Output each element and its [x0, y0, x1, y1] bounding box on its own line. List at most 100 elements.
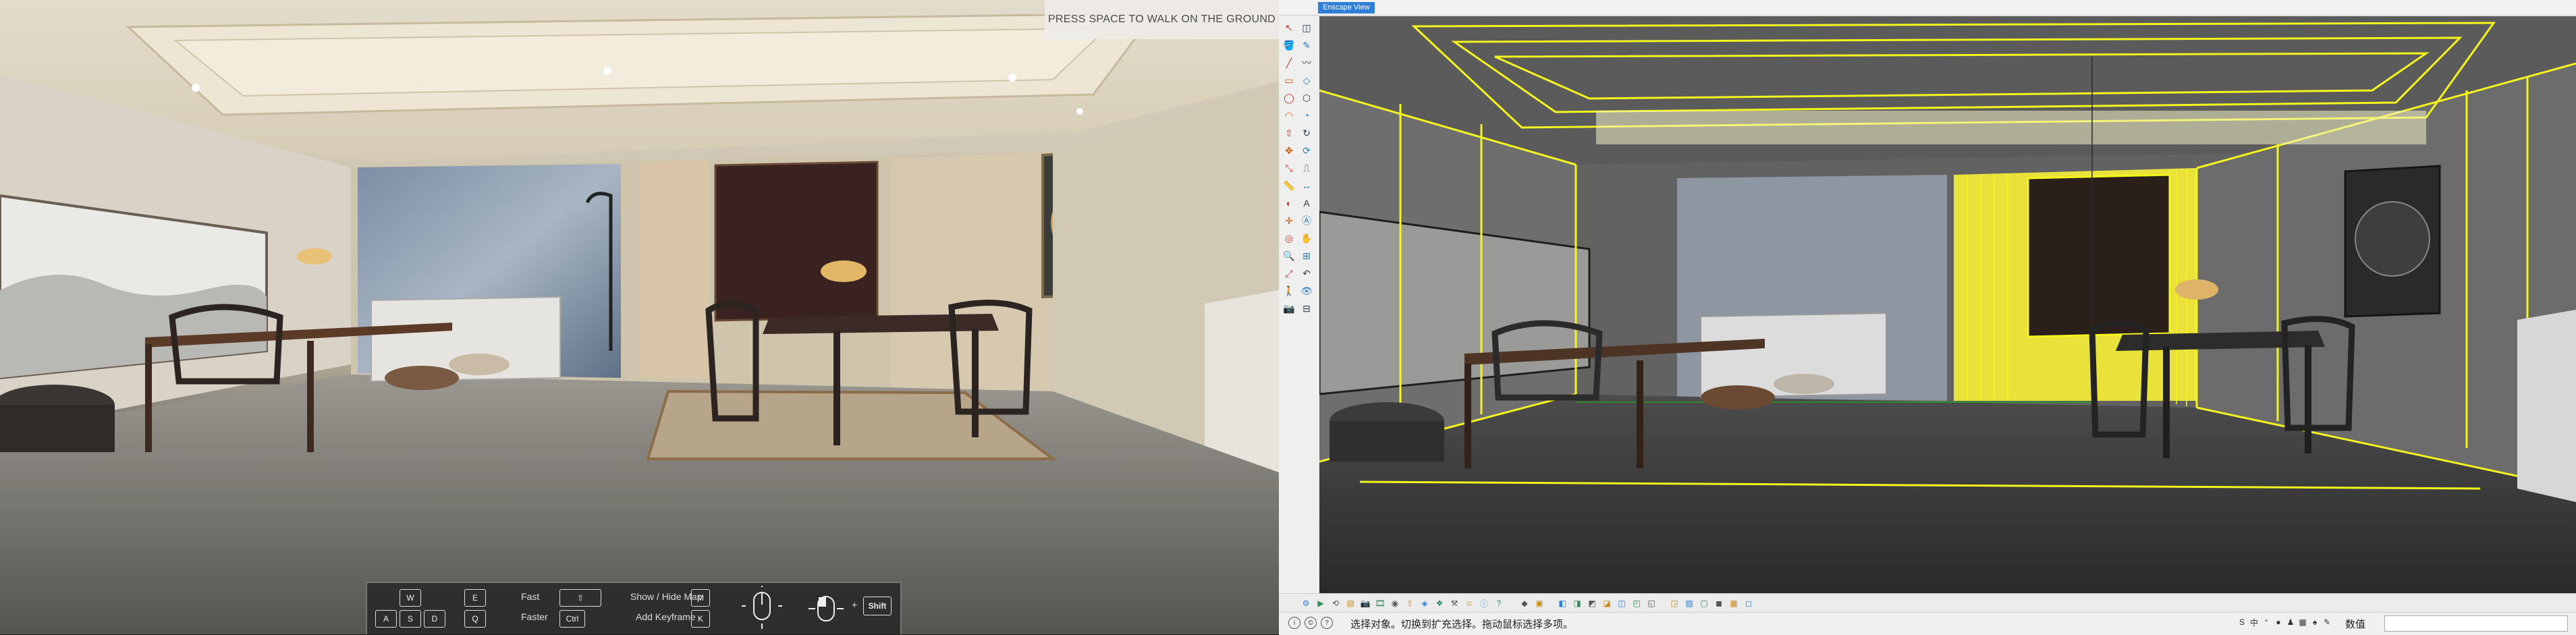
- ime-keyboard-icon[interactable]: ▦: [2298, 617, 2307, 627]
- enscape-panorama-icon[interactable]: ◉: [1388, 597, 1402, 610]
- enscape-info-icon[interactable]: ⓘ: [1477, 597, 1491, 610]
- follow-me-icon[interactable]: ↻: [1299, 126, 1314, 140]
- key-a: A: [375, 610, 397, 628]
- paint-icon[interactable]: 🪣: [1282, 38, 1296, 53]
- viewport-pouf: [1774, 374, 1834, 394]
- left-view-icon[interactable]: ◰: [1630, 597, 1643, 610]
- circle-icon[interactable]: ◯: [1282, 90, 1296, 105]
- iso-view-icon[interactable]: ◧: [1556, 597, 1569, 610]
- user-icon[interactable]: ?: [1321, 617, 1333, 629]
- scene-tab-bar: Enscape View: [1279, 0, 2576, 16]
- key-ctrl: Ctrl: [559, 610, 585, 628]
- monochrome-icon[interactable]: ◻: [1742, 597, 1755, 610]
- right-view-icon[interactable]: ◪: [1600, 597, 1614, 610]
- viewport-stool: [1701, 385, 1775, 410]
- ime-voice-icon[interactable]: ●: [2274, 617, 2283, 627]
- key-w: W: [400, 589, 421, 607]
- line-icon[interactable]: ╱: [1282, 55, 1296, 70]
- orbit-icon[interactable]: ◎: [1282, 231, 1296, 246]
- back-view-icon[interactable]: ◫: [1615, 597, 1628, 610]
- enscape-render-window[interactable]: PRESS SPACE TO WALK ON THE GROUND W E A …: [0, 0, 1279, 634]
- offset-icon[interactable]: ⎍: [1299, 161, 1314, 175]
- geo-location-icon[interactable]: i: [1288, 617, 1300, 629]
- eraser-icon[interactable]: ◫: [1299, 20, 1314, 35]
- rectangle-icon[interactable]: ▭: [1282, 73, 1296, 88]
- sketchup-window: Enscape View ↖ ◫ 🪣 ✎ ╱ 〰 ▭ ◇ ◯ ⬡ ◠ ◔ ⇧ ↻ ✥ ⟳ ⤡ ⎍ 📏 ↔ ◐ A ✛ Ⓐ ◎ ✋ 🔍…: [1279, 0, 2576, 635]
- enscape-about-icon[interactable]: ?: [1492, 597, 1506, 610]
- enscape-video-icon[interactable]: 🎞: [1373, 597, 1387, 610]
- ime-punct-icon[interactable]: °: [2262, 617, 2271, 627]
- status-text: 选择对象。切换到扩充选择。拖动鼠标选择多项。: [1350, 619, 1574, 630]
- text-icon[interactable]: A: [1299, 196, 1314, 211]
- bookshelf: [714, 161, 879, 322]
- faster-label: Faster: [521, 611, 548, 622]
- protractor-icon[interactable]: ◐: [1282, 196, 1296, 211]
- 3d-text-icon[interactable]: Ⓐ: [1299, 213, 1314, 228]
- group-icon[interactable]: ▣: [1533, 597, 1546, 610]
- select-icon[interactable]: ↖: [1282, 20, 1296, 35]
- cove-light: [1596, 111, 2426, 144]
- move-icon[interactable]: ✥: [1282, 143, 1296, 158]
- enscape-start-icon[interactable]: ▶: [1314, 597, 1327, 610]
- enscape-settings-icon[interactable]: ⚒: [1448, 597, 1461, 610]
- xray-icon[interactable]: ◲: [1668, 597, 1681, 610]
- credits-icon[interactable]: ©: [1305, 617, 1317, 629]
- position-camera-icon[interactable]: 📷: [1282, 301, 1296, 316]
- mouse-look-icon: [742, 586, 782, 630]
- zoom-extents-icon[interactable]: ⤢: [1282, 266, 1296, 281]
- push-pull-icon[interactable]: ⇧: [1282, 126, 1296, 140]
- ime-tools-icon[interactable]: ✎: [2322, 617, 2332, 627]
- enscape-asset-icon[interactable]: ❖: [1433, 597, 1446, 610]
- settings-icon[interactable]: ⚙: [1299, 597, 1313, 610]
- enscape-sync-icon[interactable]: ⟲: [1329, 597, 1342, 610]
- viewport-pedestal: [2517, 310, 2576, 502]
- ime-lang-icon[interactable]: 中: [2249, 617, 2259, 628]
- status-bar: i © ? 选择对象。切换到扩充选择。拖动鼠标选择多项。 S 中 ° ● ♟ ▦…: [1279, 612, 2576, 635]
- arc-icon[interactable]: ◠: [1282, 108, 1296, 123]
- desk-right: [763, 314, 999, 334]
- polygon-icon[interactable]: ⬡: [1299, 90, 1314, 105]
- ime-s-icon[interactable]: S: [2237, 617, 2247, 627]
- viewport-table-lamp: [2175, 279, 2218, 300]
- front-view-icon[interactable]: ◩: [1585, 597, 1599, 610]
- rotate-icon[interactable]: ⟳: [1299, 143, 1314, 158]
- enscape-material-icon[interactable]: ◈: [1418, 597, 1431, 610]
- pie-icon[interactable]: ◔: [1299, 108, 1314, 123]
- rotated-rectangle-icon[interactable]: ◇: [1299, 73, 1314, 88]
- enscape-views-icon[interactable]: ▤: [1344, 597, 1357, 610]
- shaded-icon[interactable]: ◼: [1712, 597, 1726, 610]
- component-icon[interactable]: ◆: [1518, 597, 1531, 610]
- section-icon[interactable]: ⊟: [1299, 301, 1314, 316]
- pan-icon[interactable]: ✋: [1299, 231, 1314, 246]
- textured-icon[interactable]: ▦: [1727, 597, 1741, 610]
- previous-icon[interactable]: ↶: [1299, 266, 1314, 281]
- key-m: M: [691, 589, 710, 607]
- pencil-icon[interactable]: ✎: [1299, 38, 1314, 53]
- enscape-capture-icon[interactable]: 📷: [1359, 597, 1372, 610]
- hidden-line-icon[interactable]: ▢: [1697, 597, 1711, 610]
- enscape-feedback-icon[interactable]: ☺: [1462, 597, 1476, 610]
- model-viewport[interactable]: [1319, 16, 2576, 593]
- zoom-window-icon[interactable]: ⊞: [1299, 248, 1314, 263]
- axes-icon[interactable]: ✛: [1282, 213, 1296, 228]
- wireframe-icon[interactable]: ▨: [1682, 597, 1696, 610]
- viewport-scene: [1319, 16, 2576, 593]
- scale-icon[interactable]: ⤡: [1282, 161, 1296, 175]
- ime-user-icon[interactable]: ♟: [2286, 617, 2295, 627]
- measurements-input[interactable]: [2384, 615, 2568, 632]
- walk-icon[interactable]: 🚶: [1282, 283, 1296, 298]
- top-view-icon[interactable]: ◨: [1570, 597, 1584, 610]
- look-around-icon[interactable]: 👁: [1299, 283, 1314, 298]
- bottom-view-icon[interactable]: ◱: [1645, 597, 1658, 610]
- walk-hint-banner: PRESS SPACE TO WALK ON THE GROUND: [1045, 0, 1279, 39]
- dimension-icon[interactable]: ↔: [1299, 178, 1314, 193]
- zoom-icon[interactable]: 🔍: [1282, 248, 1296, 263]
- scene-tab-enscape-view[interactable]: Enscape View: [1318, 2, 1375, 13]
- ime-shirt-icon[interactable]: ♠: [2310, 617, 2320, 627]
- freehand-icon[interactable]: 〰: [1299, 55, 1314, 70]
- viewport-bookshelf: [2027, 173, 2171, 338]
- tape-icon[interactable]: 📏: [1282, 178, 1296, 193]
- wood-slat-panel: [641, 161, 709, 378]
- navigation-controls-overlay: W E A S D Q Fast Faster ⇧ Ctrl Show / Hi…: [366, 582, 902, 634]
- enscape-export-icon[interactable]: ⇪: [1403, 597, 1417, 610]
